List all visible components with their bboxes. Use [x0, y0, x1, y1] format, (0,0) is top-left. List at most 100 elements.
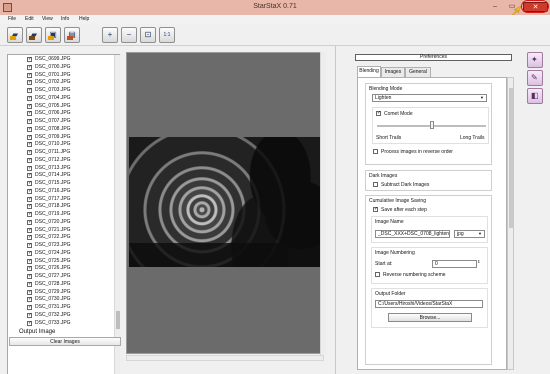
file-checkbox[interactable]	[27, 165, 32, 171]
edit-preferences-button[interactable]: ✎	[527, 70, 543, 86]
trail-length-slider-thumb[interactable]	[429, 121, 434, 129]
file-name: DSC_0732.JPG	[35, 311, 71, 318]
export-button[interactable]: ▤	[64, 27, 80, 43]
file-checkbox[interactable]	[27, 118, 32, 124]
reverse-order-checkbox[interactable]	[373, 149, 378, 154]
image-preview[interactable]	[126, 52, 324, 354]
browse-button[interactable]: Browse...	[388, 313, 472, 322]
open-dark-images-button[interactable]: ▰	[26, 27, 42, 43]
image-format-value: jpg	[457, 231, 464, 237]
output-image-label[interactable]: Output Image	[19, 329, 55, 335]
preferences-header: Preferences	[355, 54, 512, 61]
save-image-button[interactable]: ▣	[45, 27, 61, 43]
file-name: DSC_0703.JPG	[35, 87, 71, 93]
file-checkbox[interactable]	[27, 281, 32, 287]
file-checkbox[interactable]	[27, 242, 32, 248]
file-checkbox[interactable]	[27, 103, 32, 109]
actual-size-icon: 1:1	[163, 32, 171, 38]
file-checkbox[interactable]	[27, 289, 32, 295]
menu-file[interactable]: File	[8, 16, 16, 22]
zoom-in-button[interactable]: +	[102, 27, 118, 43]
file-checkbox[interactable]	[27, 188, 32, 194]
subtract-dark-images-checkbox[interactable]	[373, 182, 378, 187]
comet-mode-checkbox[interactable]	[376, 110, 381, 116]
preferences-scrollbar[interactable]	[507, 77, 514, 370]
reverse-order-label: Process images in reverse order	[381, 149, 453, 155]
file-checkbox[interactable]	[27, 196, 32, 202]
file-checkbox[interactable]	[27, 265, 32, 272]
output-folder-input[interactable]: C:/Users/Hiroshi/Videos/StarStaX	[375, 300, 483, 308]
file-name: DSC_0727.JPG	[35, 273, 71, 279]
dark-images-title: Dark Images	[369, 173, 398, 179]
preview-vertical-scrollbar[interactable]	[320, 52, 326, 355]
cumulative-saving-group: Cumulative Image Saving Save after each …	[365, 195, 492, 365]
file-checkbox[interactable]	[27, 95, 32, 101]
fit-window-button[interactable]: ⊡	[140, 27, 156, 43]
save-after-each-step-checkbox[interactable]	[373, 206, 378, 212]
file-checkbox[interactable]	[27, 320, 32, 326]
file-checkbox[interactable]	[27, 227, 32, 233]
reverse-numbering-checkbox[interactable]	[375, 272, 380, 277]
file-checkbox[interactable]	[27, 273, 32, 279]
file-name: DSC_0715.JPG	[35, 180, 71, 186]
file-checkbox[interactable]	[27, 149, 32, 155]
menu-info[interactable]: Info	[61, 16, 69, 22]
star-trail-process-icon: ✦	[531, 55, 538, 64]
file-checkbox[interactable]	[27, 219, 32, 225]
file-list-scrollbar[interactable]	[114, 55, 120, 374]
subtract-dark-images-label: Subtract Dark Images	[381, 182, 430, 188]
file-name: DSC_0702.JPG	[35, 79, 71, 86]
file-name: DSC_0711.JPG	[35, 149, 71, 155]
file-checkbox[interactable]	[27, 250, 32, 256]
blending-mode-select[interactable]: Lighten ▼	[372, 94, 487, 102]
menu-edit[interactable]: Edit	[25, 16, 34, 22]
file-checkbox[interactable]	[27, 203, 32, 210]
clear-images-button[interactable]: Clear Images	[9, 337, 121, 346]
file-name: DSC_0729.JPG	[35, 288, 71, 295]
stepper-icon[interactable]: ⇕	[477, 259, 480, 264]
file-checkbox[interactable]	[27, 172, 32, 179]
file-checkbox[interactable]	[27, 211, 32, 217]
preferences-scroll-thumb[interactable]	[509, 88, 513, 228]
start-at-input[interactable]: 0	[432, 260, 477, 268]
preview-horizontal-scrollbar[interactable]	[126, 355, 324, 361]
clear-output-button[interactable]: ◧	[527, 88, 543, 104]
file-checkbox[interactable]	[27, 79, 32, 86]
menu-view[interactable]: View	[42, 16, 53, 22]
menu-help[interactable]: Help	[79, 16, 89, 22]
file-checkbox[interactable]	[27, 234, 32, 241]
panel-splitter[interactable]	[335, 46, 336, 374]
minimize-button[interactable]: –	[486, 2, 504, 12]
image-format-select[interactable]: jpg ▼	[454, 230, 485, 238]
file-checkbox[interactable]	[27, 56, 32, 62]
file-checkbox[interactable]	[27, 87, 32, 93]
file-name: DSC_0716.JPG	[35, 187, 71, 194]
file-checkbox[interactable]	[27, 312, 32, 318]
process-stack-button[interactable]: ✦	[527, 52, 543, 68]
file-checkbox[interactable]	[27, 126, 32, 132]
tab-blending[interactable]: Blending	[357, 66, 381, 77]
zoom-out-button[interactable]: −	[121, 27, 137, 43]
file-name: DSC_0728.JPG	[35, 280, 71, 287]
tab-images[interactable]: Images	[381, 67, 405, 77]
file-checkbox[interactable]	[27, 157, 32, 163]
file-checkbox[interactable]	[27, 180, 32, 186]
file-checkbox[interactable]	[27, 64, 32, 70]
image-name-input[interactable]: _DSC_XXX+DSC_0708_lightenAll	[375, 230, 450, 238]
chevron-down-icon: ▼	[478, 231, 482, 236]
file-list-scroll-thumb[interactable]	[116, 311, 120, 329]
file-checkbox[interactable]	[27, 258, 32, 264]
file-checkbox[interactable]	[27, 72, 32, 78]
file-checkbox[interactable]	[27, 134, 32, 140]
file-checkbox[interactable]	[27, 304, 32, 310]
blending-mode-value: Lighten	[375, 95, 392, 101]
file-checkbox[interactable]	[27, 296, 32, 303]
toolbar: ▰ ▰ ▣ ▤ + − ⊡ 1:1	[0, 24, 550, 46]
file-checkbox[interactable]	[27, 141, 32, 148]
image-file-list[interactable]: DSC_0733.JPGDSC_0732.JPGDSC_0731.JPGDSC_…	[7, 54, 120, 374]
file-checkbox[interactable]	[27, 110, 32, 117]
file-name: DSC_0712.JPG	[35, 156, 71, 163]
open-images-button[interactable]: ▰	[7, 27, 23, 43]
tab-general[interactable]: General	[405, 67, 431, 77]
actual-size-button[interactable]: 1:1	[159, 27, 175, 43]
